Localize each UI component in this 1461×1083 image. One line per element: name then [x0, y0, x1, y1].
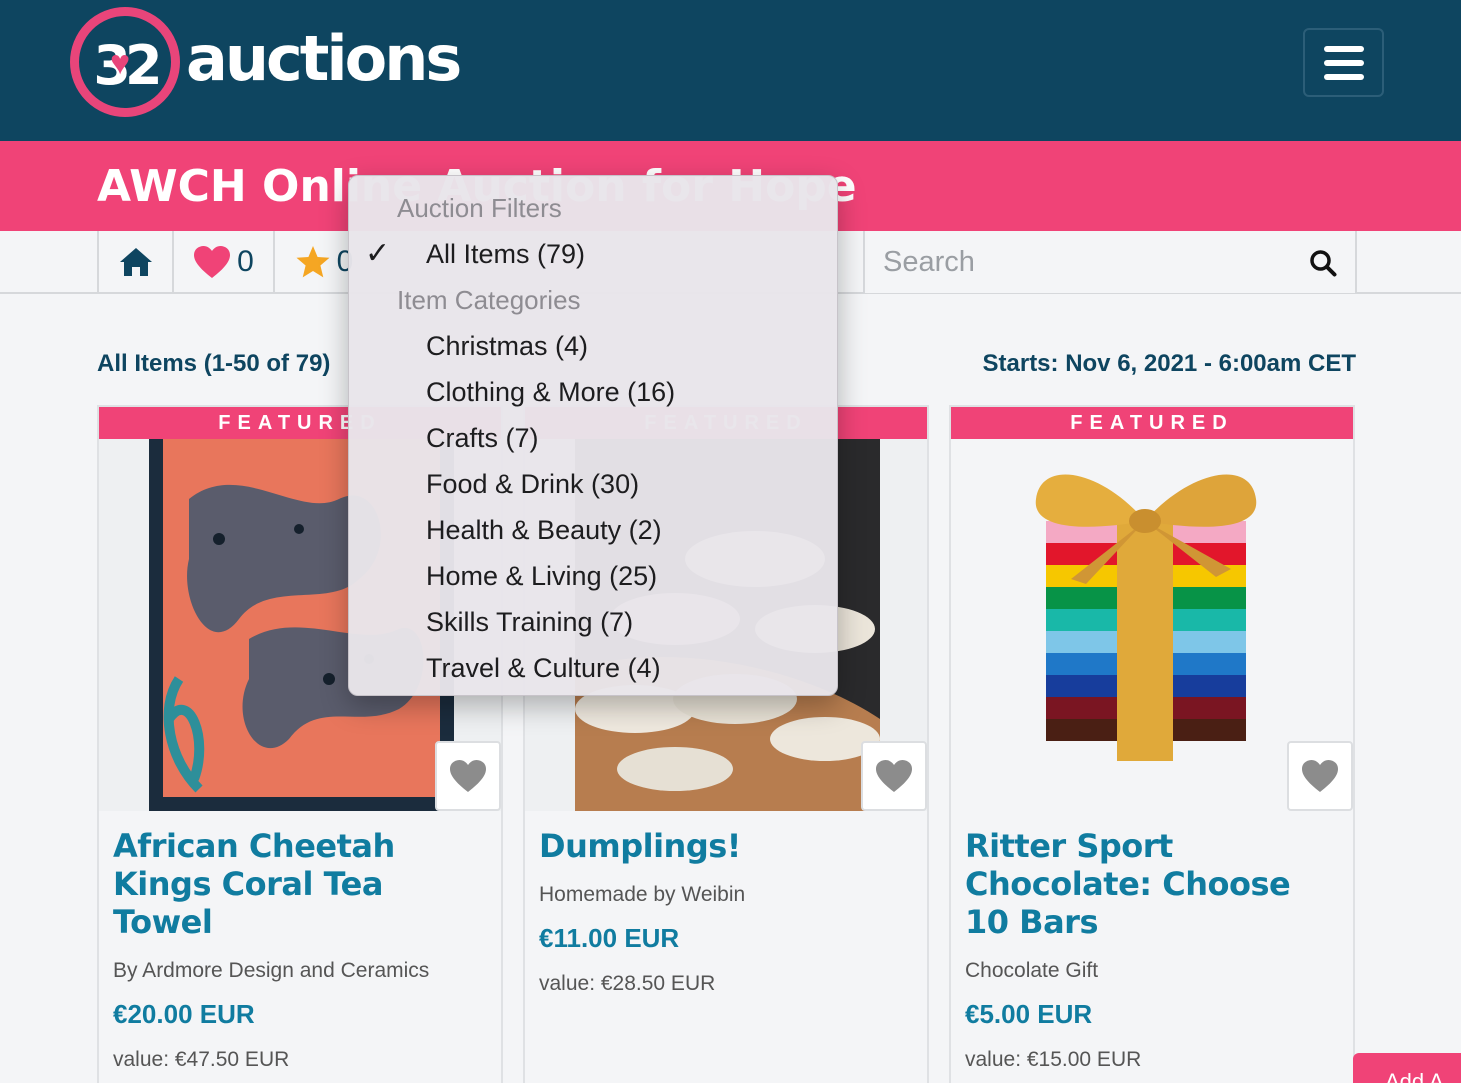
- item-donor: By Ardmore Design and Ceramics: [113, 959, 430, 982]
- add-button[interactable]: Add A: [1353, 1053, 1461, 1083]
- dropdown-section-filters: Auction Filters: [397, 193, 562, 223]
- favorites-button[interactable]: 0: [172, 231, 273, 293]
- heart-icon: [1302, 760, 1338, 792]
- dropdown-option-travel-culture[interactable]: Travel & Culture (4): [349, 645, 837, 691]
- hamburger-menu-button[interactable]: [1303, 28, 1384, 97]
- card-body: Dumplings! Homemade by Weibin €11.00 EUR…: [539, 827, 915, 996]
- favorites-count: 0: [237, 245, 254, 278]
- logo-heart-icon: ♥: [110, 44, 131, 82]
- featured-banner: FEATURED: [951, 407, 1353, 439]
- dropdown-option-label: All Items (79): [426, 239, 586, 269]
- dropdown-option-all-items[interactable]: ✓ All Items (79): [349, 231, 837, 277]
- dropdown-option-clothing[interactable]: Clothing & More (16): [349, 369, 837, 415]
- auction-start-label: Starts: Nov 6, 2021 - 6:00am CET: [982, 350, 1357, 377]
- star-icon: [296, 246, 330, 278]
- item-price: €5.00 EUR: [965, 999, 1093, 1029]
- dropdown-option-crafts[interactable]: Crafts (7): [349, 415, 837, 461]
- site-header: 32 ♥ auctions: [0, 0, 1461, 141]
- item-title-link[interactable]: Dumplings!: [539, 827, 915, 865]
- item-count-label: All Items (1-50 of 79): [97, 350, 331, 377]
- search-icon[interactable]: [1309, 249, 1337, 277]
- favorite-toggle-button[interactable]: [861, 741, 927, 811]
- favorite-toggle-button[interactable]: [1287, 741, 1353, 811]
- checkmark-icon: ✓: [365, 237, 391, 270]
- dropdown-option-home-living[interactable]: Home & Living (25): [349, 553, 837, 599]
- heart-icon: [194, 246, 231, 278]
- menu-bar-icon: [1324, 74, 1364, 80]
- item-value: value: €15.00 EUR: [965, 1048, 1142, 1071]
- dropdown-section-categories: Item Categories: [397, 285, 581, 315]
- menu-bar-icon: [1324, 46, 1364, 52]
- heart-icon: [876, 760, 912, 792]
- item-card[interactable]: FEATURED Ritter Sport Chocolate: Choose …: [949, 405, 1355, 1083]
- dropdown-option-christmas[interactable]: Christmas (4): [349, 323, 837, 369]
- item-value: value: €28.50 EUR: [539, 972, 716, 995]
- favorite-toggle-button[interactable]: [435, 741, 501, 811]
- home-icon: [119, 248, 152, 276]
- card-body: African Cheetah Kings Coral Tea Towel By…: [113, 827, 489, 1072]
- dropdown-option-health-beauty[interactable]: Health & Beauty (2): [349, 507, 837, 553]
- search-input[interactable]: [883, 241, 1283, 283]
- dropdown-option-food-drink[interactable]: Food & Drink (30): [349, 461, 837, 507]
- item-value: value: €47.50 EUR: [113, 1048, 290, 1071]
- dropdown-option-skills-training[interactable]: Skills Training (7): [349, 599, 837, 645]
- item-price: €20.00 EUR: [113, 999, 255, 1029]
- search-box: [863, 231, 1357, 293]
- item-title-link[interactable]: African Cheetah Kings Coral Tea Towel: [113, 827, 489, 941]
- auction-filter-dropdown: Auction Filters ✓ All Items (79) Item Ca…: [348, 175, 838, 696]
- item-title-link[interactable]: Ritter Sport Chocolate: Choose 10 Bars: [965, 827, 1341, 941]
- item-price: €11.00 EUR: [539, 923, 680, 953]
- heart-icon: [450, 760, 486, 792]
- menu-bar-icon: [1324, 60, 1364, 66]
- card-body: Ritter Sport Chocolate: Choose 10 Bars C…: [965, 827, 1341, 1072]
- item-donor: Homemade by Weibin: [539, 883, 746, 906]
- home-button[interactable]: [97, 231, 172, 293]
- item-donor: Chocolate Gift: [965, 959, 1099, 982]
- logo-text[interactable]: auctions: [186, 22, 462, 95]
- logo[interactable]: 32 ♥: [70, 7, 180, 117]
